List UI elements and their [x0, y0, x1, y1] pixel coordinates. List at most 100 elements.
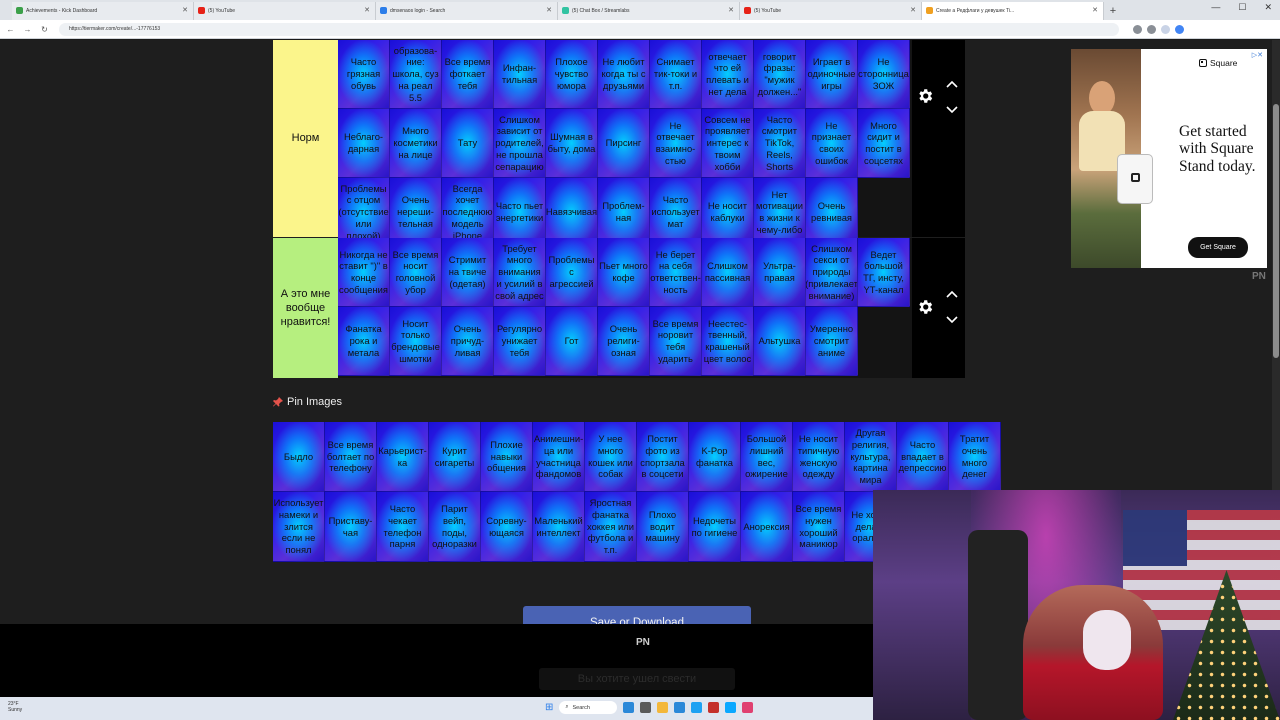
- taskbar-search[interactable]: ⌕ Search: [559, 701, 618, 714]
- pool-item-card[interactable]: Карьерист-ка: [377, 422, 429, 492]
- tier-item-card[interactable]: Слишком секси от природы (привлекает вни…: [806, 238, 858, 307]
- taskbar-app-icon[interactable]: [742, 702, 754, 713]
- pool-item-card[interactable]: Тратит очень много денег: [949, 422, 1001, 492]
- pool-item-card[interactable]: Плохо водит машину: [637, 492, 689, 562]
- tier-label[interactable]: А это мне вообще нравится!: [273, 238, 338, 378]
- tier-item-card[interactable]: Много косметики на лице: [390, 109, 442, 178]
- scrollbar-thumb[interactable]: [1273, 104, 1279, 358]
- windows-start-icon[interactable]: ⊞: [545, 702, 553, 713]
- pool-item-card[interactable]: Часто впадает в депрессию: [897, 422, 949, 492]
- extension-icon[interactable]: [1133, 24, 1142, 34]
- move-up-icon[interactable]: [946, 80, 958, 88]
- pool-item-card[interactable]: Постит фото из спортзала в соцсети: [637, 422, 689, 492]
- tier-item-card[interactable]: Не любит когда ты с друзьями: [598, 40, 650, 109]
- tier-item-card[interactable]: Шумная в быту, дома: [546, 109, 598, 178]
- tier-item-card[interactable]: Ведет большой ТГ, инсту, YT-канал: [858, 238, 910, 307]
- tier-item-card[interactable]: Часто использует мат: [650, 178, 702, 247]
- browser-tab[interactable]: (5) YouTube ✕: [194, 2, 376, 20]
- google-icon[interactable]: [1175, 24, 1184, 34]
- tier-item-card[interactable]: Очень религи-озная: [598, 307, 650, 376]
- tier-item-card[interactable]: Никогда не ставит ")" в конце сообщения: [338, 238, 390, 307]
- pool-item-card[interactable]: Быдло: [273, 422, 325, 492]
- tier-item-card[interactable]: Все время норовит тебя ударить: [650, 307, 702, 376]
- tier-item-card[interactable]: Умеренно смотрит аниме: [806, 307, 858, 376]
- tab-close-icon[interactable]: ✕: [728, 6, 734, 14]
- tab-close-icon[interactable]: ✕: [364, 6, 370, 14]
- tier-item-card[interactable]: Часто пьет энергетики: [494, 178, 546, 247]
- tier-item-card[interactable]: Всегда хочет последнюю модель iPhone: [442, 178, 494, 247]
- taskbar-app-icon[interactable]: [623, 702, 635, 713]
- tier-item-card[interactable]: отвечает что ей плевать и нет дела: [702, 40, 754, 109]
- maximize-icon[interactable]: ☐: [1238, 2, 1246, 13]
- tier-item-card[interactable]: Требует много внимания и усилий в свой а…: [494, 238, 546, 307]
- tier-item-card[interactable]: Не сторонница ЗОЖ: [858, 40, 910, 109]
- move-down-icon[interactable]: [946, 106, 958, 114]
- tab-close-icon[interactable]: ✕: [1092, 6, 1098, 14]
- new-tab-button[interactable]: +: [1104, 2, 1122, 20]
- pool-item-card[interactable]: Все время болтает по телефону: [325, 422, 377, 492]
- taskbar-app-icon[interactable]: [640, 702, 652, 713]
- taskbar-app-icon[interactable]: [725, 702, 737, 713]
- minimize-icon[interactable]: —: [1211, 2, 1220, 13]
- pool-item-card[interactable]: Использует намеки и злится если не понял: [273, 492, 325, 562]
- tier-item-card[interactable]: Очень ревнивая: [806, 178, 858, 247]
- tier-item-card[interactable]: Альтушка: [754, 307, 806, 376]
- tier-item-card[interactable]: Нет мотивации в жизни к чему-либо: [754, 178, 806, 247]
- browser-tab[interactable]: Achievements - Kick Dashboard ✕: [12, 2, 194, 20]
- tier-item-card[interactable]: Тату: [442, 109, 494, 178]
- tier-item-card[interactable]: Фанатка рока и метала: [338, 307, 390, 376]
- pool-item-card[interactable]: Не носит типичную женскую одежду: [793, 422, 845, 492]
- settings-gear-icon[interactable]: [916, 87, 934, 105]
- tier-item-card[interactable]: Гот: [546, 307, 598, 376]
- tier-item-card[interactable]: Играет в одиночные игры: [806, 40, 858, 109]
- close-window-icon[interactable]: ✕: [1264, 2, 1272, 13]
- move-up-icon[interactable]: [946, 290, 958, 298]
- tier-item-card[interactable]: Неестес-твенный, крашеный цвет волос: [702, 307, 754, 376]
- get-square-button[interactable]: Get Square: [1188, 237, 1248, 258]
- pool-item-card[interactable]: Анорексия: [741, 492, 793, 562]
- tier-item-card[interactable]: Регулярно унижает тебя: [494, 307, 546, 376]
- browser-tab[interactable]: Create a Редфлаги у девушек Ti... ✕: [922, 2, 1104, 20]
- tier-item-card[interactable]: Слишком пассивная: [702, 238, 754, 307]
- ad-info-icon[interactable]: ▷✕: [1252, 51, 1263, 59]
- tab-close-icon[interactable]: ✕: [182, 6, 188, 14]
- tier-item-card[interactable]: Проблемы с отцом (отсутствие или плохой): [338, 178, 390, 247]
- reload-icon[interactable]: ↻: [38, 23, 51, 36]
- tier-item-card[interactable]: Часто смотрит TikTok, Reels, Shorts: [754, 109, 806, 178]
- tier-item-card[interactable]: говорит фразы: "мужик должен...": [754, 40, 806, 109]
- move-down-icon[interactable]: [946, 316, 958, 324]
- pool-item-card[interactable]: Часто чекает телефон парня: [377, 492, 429, 562]
- pool-item-card[interactable]: Плохие навыки общения: [481, 422, 533, 492]
- tier-item-card[interactable]: Совсем не проявляет интерес к твоим хобб…: [702, 109, 754, 178]
- tier-item-card[interactable]: Снимает тик-токи и т.п.: [650, 40, 702, 109]
- tab-close-icon[interactable]: ✕: [910, 6, 916, 14]
- tier-item-card[interactable]: Не носит каблуки: [702, 178, 754, 247]
- tier-item-card[interactable]: Не берет на себя ответствен-ность: [650, 238, 702, 307]
- tier-item-card[interactable]: Все время фоткает тебя: [442, 40, 494, 109]
- tier-item-card[interactable]: Слишком зависит от родителей, не прошла …: [494, 109, 546, 178]
- tier-item-card[interactable]: Носит только брендовые шмотки: [390, 307, 442, 376]
- url-field[interactable]: https://tiermaker.com/create/...-1777615…: [59, 22, 1119, 36]
- pool-item-card[interactable]: Яростная фанатка хоккея или футбола и т.…: [585, 492, 637, 562]
- square-ad[interactable]: Square ▷✕ Get started with Square Stand …: [1071, 49, 1267, 268]
- pool-item-card[interactable]: Соревну-ющаяся: [481, 492, 533, 562]
- tier-item-card[interactable]: Навязчивая: [546, 178, 598, 247]
- tier-item-card[interactable]: Не признает своих ошибок: [806, 109, 858, 178]
- pool-item-card[interactable]: Все время нужен хороший маникюр: [793, 492, 845, 562]
- tier-item-card[interactable]: Много сидит и постит в соцсетях: [858, 109, 910, 178]
- tier-item-card[interactable]: Все время носит головной убор: [390, 238, 442, 307]
- tier-item-card[interactable]: Часто грязная обувь: [338, 40, 390, 109]
- pool-item-card[interactable]: Другая религия, культура, картина мира: [845, 422, 897, 492]
- extension-icon[interactable]: [1147, 24, 1156, 34]
- pool-item-card[interactable]: K-Pop фанатка: [689, 422, 741, 492]
- profile-avatar[interactable]: [1161, 24, 1170, 34]
- tab-close-icon[interactable]: ✕: [546, 6, 552, 14]
- taskbar-app-icon[interactable]: [674, 702, 686, 713]
- browser-tab[interactable]: (5) Chat Box / Streamlabs ✕: [558, 2, 740, 20]
- tier-item-card[interactable]: Стримит на твиче (одетая): [442, 238, 494, 307]
- pool-item-card[interactable]: Парит вейп, поды, одноразки: [429, 492, 481, 562]
- tier-item-card[interactable]: Пирсинг: [598, 109, 650, 178]
- tier-item-card[interactable]: образова-ние: школа, суз на реал 5.5: [390, 40, 442, 109]
- taskbar-app-icon[interactable]: [657, 702, 669, 713]
- tier-item-card[interactable]: Плохое чувство юмора: [546, 40, 598, 109]
